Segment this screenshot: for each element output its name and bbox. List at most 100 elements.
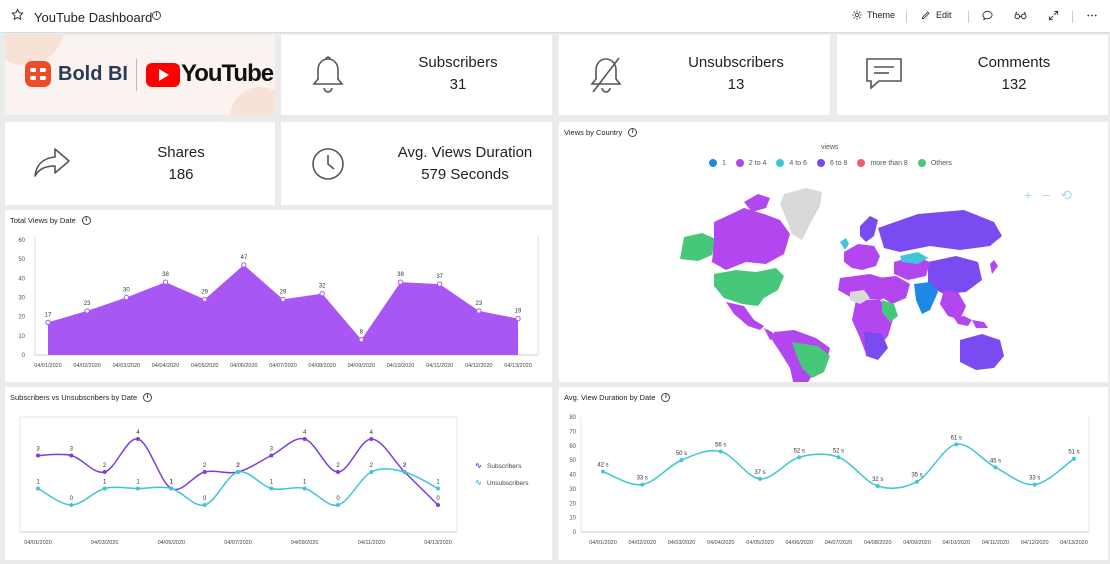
map-region-southeast-asia <box>940 290 966 320</box>
divider <box>906 11 907 23</box>
comment-icon[interactable] <box>982 10 993 21</box>
subs-vs-unsubs-chart[interactable]: 3 32412 2342420∿ Subscribers101 1 1021 102 21 ∿ U… <box>5 387 552 560</box>
total-views-widget: Total Views by Date i 0 10 20 30 40 50 60 17 23 3… <box>5 210 552 382</box>
data-label: 47 <box>240 255 247 261</box>
legend-icon: ∿ <box>475 478 482 487</box>
avg-view-duration-chart[interactable]: 0 10 20 30 40 50 60 70 80 42 s 33 s 50 s 56 s 37 s 52 … <box>559 387 1108 560</box>
data-label: 3 <box>270 447 274 453</box>
data-point <box>954 442 959 447</box>
data-point <box>369 437 374 441</box>
unsubscribers-value: 13 <box>727 76 745 93</box>
series-line-unsubscribers <box>37 468 439 506</box>
data-point <box>1032 482 1037 487</box>
map-legend-title: views <box>821 144 839 151</box>
data-point <box>402 470 407 474</box>
data-label: 3 <box>70 447 74 453</box>
info-icon[interactable]: i <box>152 11 161 20</box>
data-point <box>84 308 90 314</box>
data-label: 0 <box>70 496 74 502</box>
data-label: 4 <box>303 430 307 436</box>
map-legend-item[interactable]: 4 to 6 <box>776 159 807 167</box>
data-point <box>236 470 240 474</box>
data-label: 37 s <box>754 470 765 476</box>
map-region-indonesia <box>954 316 988 328</box>
data-point <box>1072 456 1076 461</box>
legend-label: 4 to 6 <box>789 159 807 167</box>
legend-swatch <box>816 159 825 167</box>
data-point <box>319 290 325 297</box>
data-point <box>302 437 307 441</box>
data-point <box>436 486 440 491</box>
data-label: 1 <box>36 480 40 486</box>
map-title: Views by Country <box>564 128 623 137</box>
data-label: 61 s <box>951 435 962 441</box>
info-icon[interactable]: i <box>628 128 638 137</box>
map-legend-item[interactable]: 1 <box>709 159 726 167</box>
total-views-chart[interactable]: 0 10 20 30 40 50 60 17 23 30 38 29 47 29 32 8 38 37 23 19 04… <box>5 210 552 382</box>
x-tick-label: 04/02/2020 <box>73 363 101 369</box>
view-glasses-icon[interactable] <box>1014 10 1027 21</box>
x-tick-label: 04/05/2020 <box>158 540 186 546</box>
unsubscribers-kpi-card: Unsubscribers 13 <box>559 35 830 115</box>
map-legend-item[interactable]: Others <box>917 159 952 167</box>
map-region-scandinavia <box>860 216 878 242</box>
map-region-australia <box>960 334 1004 370</box>
x-tick-label: 04/13/2020 <box>1060 540 1088 546</box>
y-tick-label: 60 <box>18 238 25 244</box>
data-label: 2 <box>103 463 107 469</box>
data-point <box>269 453 274 458</box>
data-label: 1 <box>170 480 174 486</box>
legend-label: 6 to 8 <box>829 159 848 167</box>
avg-view-duration-widget: Avg. View Duration by Date i 0 10 20 30 40 50… <box>559 387 1108 560</box>
x-tick-label: 04/06/2020 <box>230 363 258 369</box>
map-legend-item[interactable]: 6 to 8 <box>816 159 848 167</box>
map-region-uk <box>840 238 849 250</box>
edit-button[interactable]: Edit <box>921 10 952 20</box>
legend-swatch <box>857 159 866 167</box>
x-tick-label: 04/03/2020 <box>668 540 696 546</box>
legend-label: 2 to 4 <box>748 159 767 167</box>
data-point <box>718 449 723 454</box>
data-label: 35 s <box>911 473 922 479</box>
map-legend-item[interactable]: 2 to 4 <box>735 159 767 167</box>
data-label: 37 <box>436 274 443 280</box>
divider <box>968 11 969 23</box>
more-options-icon[interactable] <box>1086 10 1098 21</box>
fullscreen-icon[interactable] <box>1048 10 1059 21</box>
world-map[interactable] <box>674 182 1004 382</box>
x-tick-label: 04/07/2020 <box>224 540 252 546</box>
reset-zoom-icon[interactable]: ⟲ <box>1060 187 1072 204</box>
data-label: 17 <box>45 312 52 318</box>
y-tick-label: 20 <box>569 501 576 507</box>
legend-label: Others <box>930 159 952 167</box>
data-point <box>241 262 247 268</box>
legend-swatch <box>709 159 717 167</box>
shares-kpi-card: Shares 186 <box>5 122 275 205</box>
subscribers-kpi-card: Subscribers 31 <box>281 35 552 115</box>
x-tick-label: 04/13/2020 <box>424 540 452 546</box>
data-point <box>102 486 107 491</box>
data-point <box>102 470 107 474</box>
zoom-out-icon[interactable]: − <box>1042 187 1050 204</box>
legend-label: Subscribers <box>487 463 522 470</box>
theme-button[interactable]: Theme <box>852 10 895 20</box>
data-label: 30 <box>123 288 130 294</box>
x-tick-label: 04/11/2020 <box>982 540 1009 546</box>
data-label: 2 <box>236 463 240 469</box>
bold-bi-logo-icon <box>25 61 51 87</box>
data-point <box>280 296 286 303</box>
avg-duration-label: Avg. Views Duration <box>397 144 533 161</box>
data-label: 29 <box>201 289 208 295</box>
logo-card: Bold BI YouTube <box>5 35 275 115</box>
map-legend-item[interactable]: more than 8 <box>857 159 908 167</box>
favorite-star-icon[interactable] <box>11 8 24 21</box>
data-point <box>201 296 208 303</box>
data-point <box>69 503 74 507</box>
x-tick-label: 04/07/2020 <box>269 363 297 369</box>
avg-duration-kpi-card: Avg. Views Duration 579 Seconds <box>281 122 552 205</box>
clock-icon <box>312 148 344 180</box>
data-point <box>601 469 605 474</box>
data-label: 51 s <box>1068 450 1079 456</box>
comments-value: 132 <box>1001 76 1027 93</box>
zoom-in-icon[interactable]: + <box>1024 187 1032 204</box>
